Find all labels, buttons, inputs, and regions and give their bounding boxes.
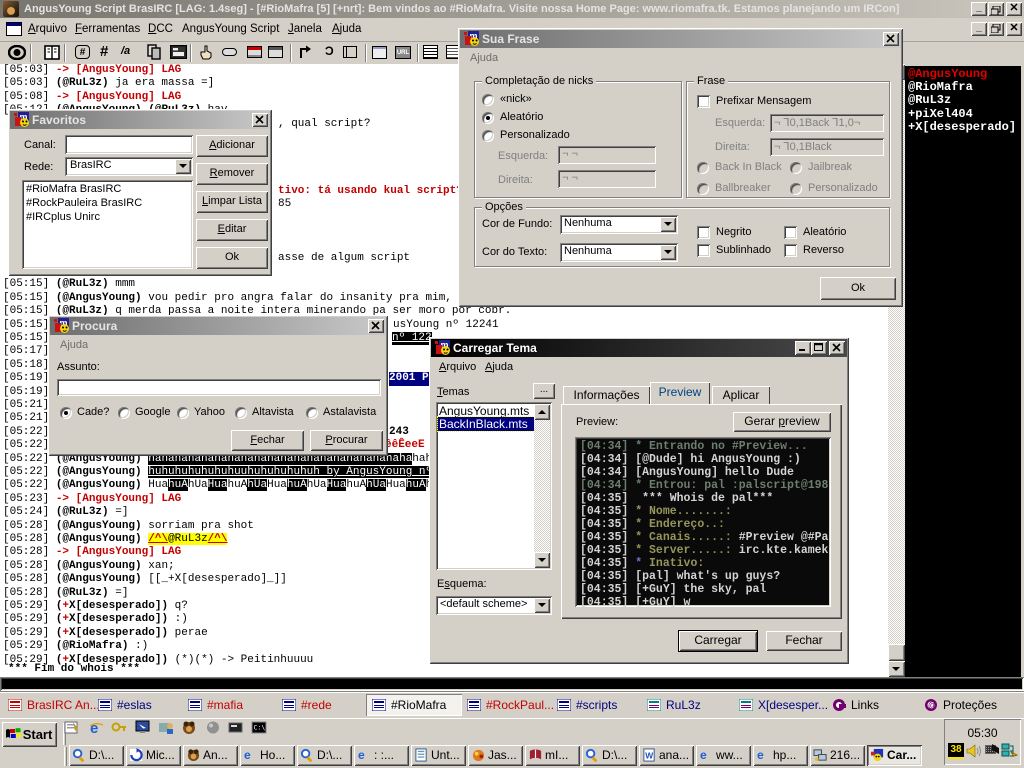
- svg-text:C:\: C:\: [254, 724, 266, 732]
- svg-text:@: @: [928, 700, 937, 710]
- svg-text:e: e: [757, 748, 764, 762]
- svg-text:e: e: [700, 748, 707, 762]
- svg-text:e: e: [244, 748, 251, 762]
- svg-text:e: e: [90, 720, 98, 735]
- svg-text:e: e: [358, 748, 365, 762]
- svg-text:W: W: [645, 750, 653, 760]
